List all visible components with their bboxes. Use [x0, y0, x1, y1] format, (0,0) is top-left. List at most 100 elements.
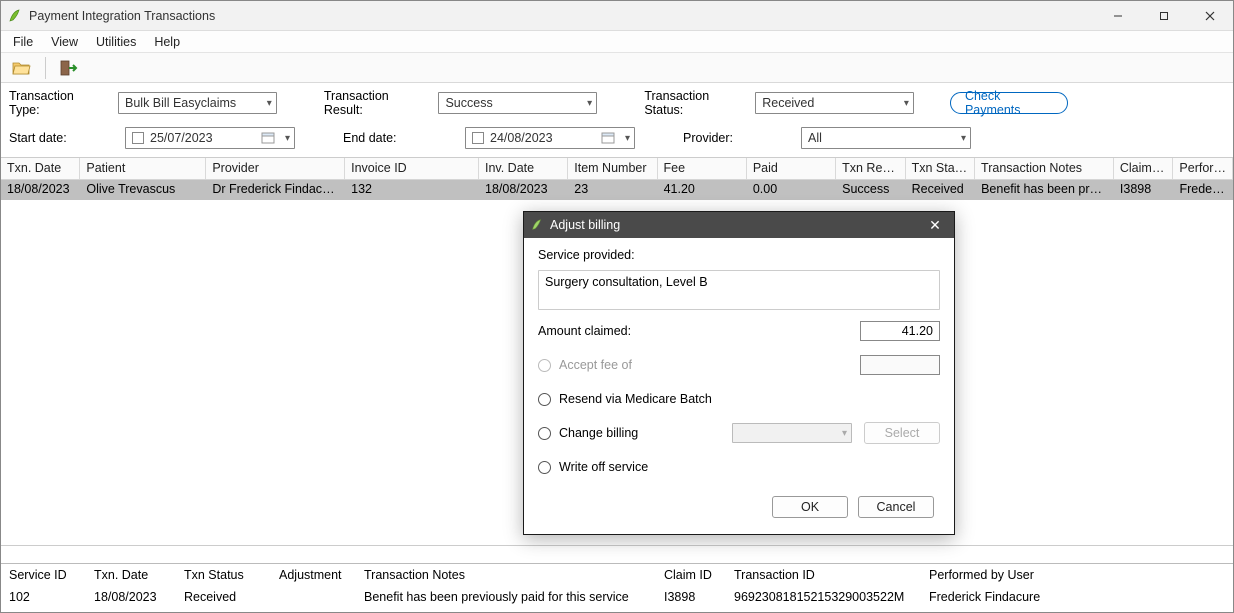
col-fee[interactable]: Fee	[658, 158, 747, 179]
transaction-result-combo[interactable]: Success ▾	[438, 92, 597, 114]
close-button[interactable]	[1187, 1, 1233, 30]
cell-item-number: 23	[568, 180, 657, 200]
dcol-txn-date: Txn. Date	[94, 568, 184, 588]
col-inv-date[interactable]: Inv. Date	[479, 158, 568, 179]
dialog-app-icon	[530, 218, 544, 232]
menu-view[interactable]: View	[43, 33, 86, 51]
dcell-claim-id: I3898	[664, 590, 734, 604]
dialog-close-button[interactable]: ✕	[922, 217, 948, 234]
calendar-icon	[601, 131, 615, 145]
cancel-button[interactable]: Cancel	[858, 496, 934, 518]
ok-button[interactable]: OK	[772, 496, 848, 518]
open-folder-button[interactable]	[9, 55, 35, 81]
toolbar	[1, 53, 1233, 83]
provider-combo[interactable]: All ▾	[801, 127, 971, 149]
check-payments-button[interactable]: Check Payments	[950, 92, 1068, 114]
col-txn-notes[interactable]: Transaction Notes	[975, 158, 1114, 179]
dcell-txn-status: Received	[184, 590, 279, 604]
end-date-picker[interactable]: 24/08/2023 ▾	[465, 127, 635, 149]
change-billing-combo: ▾	[732, 423, 852, 443]
cell-paid: 0.00	[747, 180, 836, 200]
separator-bar	[1, 545, 1233, 563]
table-row[interactable]: 18/08/2023 Olive Trevascus Dr Frederick …	[1, 180, 1233, 200]
detail-row[interactable]: 102 18/08/2023 Received Benefit has been…	[9, 588, 1225, 604]
cell-claim-id: I3898	[1114, 180, 1174, 200]
chevron-down-icon: ▾	[267, 98, 272, 109]
chevron-down-icon: ▾	[587, 98, 592, 109]
col-provider[interactable]: Provider	[206, 158, 345, 179]
change-billing-radio[interactable]	[538, 427, 551, 440]
end-date-checkbox[interactable]	[472, 132, 484, 144]
dcell-adjustment	[279, 590, 364, 604]
dcell-service-id: 102	[9, 590, 94, 604]
cell-inv-date: 18/08/2023	[479, 180, 568, 200]
accept-fee-radio	[538, 359, 551, 372]
app-icon	[7, 8, 23, 24]
menu-utilities[interactable]: Utilities	[88, 33, 144, 51]
transaction-result-value: Success	[445, 96, 492, 110]
dcol-adjustment: Adjustment	[279, 568, 364, 588]
cell-patient: Olive Trevascus	[80, 180, 206, 200]
transaction-status-combo[interactable]: Received ▾	[755, 92, 914, 114]
dialog-titlebar[interactable]: Adjust billing ✕	[524, 212, 954, 238]
transaction-status-label: Transaction Status:	[644, 89, 737, 117]
dcell-txn-notes: Benefit has been previously paid for thi…	[364, 590, 664, 604]
start-date-checkbox[interactable]	[132, 132, 144, 144]
col-performed[interactable]: Performed	[1173, 158, 1233, 179]
accept-fee-input	[860, 355, 940, 375]
toolbar-divider	[45, 57, 46, 79]
cell-txn-notes: Benefit has been previousl	[975, 180, 1114, 200]
menu-file[interactable]: File	[5, 33, 41, 51]
col-paid[interactable]: Paid	[747, 158, 836, 179]
grid-header-row: Txn. Date Patient Provider Invoice ID In…	[1, 158, 1233, 180]
service-provided-label: Service provided:	[538, 248, 940, 262]
transaction-type-label: Transaction Type:	[9, 89, 100, 117]
dcell-txn-id: 96923081815215329003522M	[734, 590, 929, 604]
col-item-number[interactable]: Item Number	[568, 158, 657, 179]
chevron-down-icon: ▾	[961, 133, 966, 144]
menu-help[interactable]: Help	[146, 33, 188, 51]
col-claim-id[interactable]: Claim ID	[1114, 158, 1174, 179]
col-patient[interactable]: Patient	[80, 158, 206, 179]
change-billing-label: Change billing	[559, 426, 732, 440]
cell-provider: Dr Frederick Findacure	[206, 180, 345, 200]
dcell-txn-date: 18/08/2023	[94, 590, 184, 604]
col-txn-result[interactable]: Txn Result	[836, 158, 905, 179]
resend-radio[interactable]	[538, 393, 551, 406]
transaction-type-combo[interactable]: Bulk Bill Easyclaims ▾	[118, 92, 277, 114]
transaction-type-value: Bulk Bill Easyclaims	[125, 96, 236, 110]
provider-value: All	[808, 131, 822, 145]
col-txn-date[interactable]: Txn. Date	[1, 158, 80, 179]
end-date-label: End date:	[343, 131, 447, 145]
dialog-title-text: Adjust billing	[550, 218, 620, 232]
writeoff-radio[interactable]	[538, 461, 551, 474]
dcol-txn-id: Transaction ID	[734, 568, 929, 588]
transaction-status-value: Received	[762, 96, 814, 110]
chevron-down-icon: ▾	[904, 98, 909, 109]
amount-claimed-input	[860, 321, 940, 341]
main-window: Payment Integration Transactions File Vi…	[0, 0, 1234, 613]
col-txn-status[interactable]: Txn Status	[906, 158, 975, 179]
start-date-picker[interactable]: 25/07/2023 ▾	[125, 127, 295, 149]
provider-label: Provider:	[683, 131, 783, 145]
filters-panel: Transaction Type: Bulk Bill Easyclaims ▾…	[1, 83, 1233, 157]
window-title: Payment Integration Transactions	[29, 9, 1095, 23]
dcol-claim-id: Claim ID	[664, 568, 734, 588]
start-date-label: Start date:	[9, 131, 107, 145]
accept-fee-label: Accept fee of	[559, 358, 860, 372]
service-provided-value: Surgery consultation, Level B	[545, 275, 708, 289]
cell-txn-date: 18/08/2023	[1, 180, 80, 200]
minimize-button[interactable]	[1095, 1, 1141, 30]
col-invoice-id[interactable]: Invoice ID	[345, 158, 479, 179]
dcell-performed: Frederick Findacure	[929, 590, 1109, 604]
maximize-button[interactable]	[1141, 1, 1187, 30]
cell-txn-status: Received	[906, 180, 975, 200]
titlebar: Payment Integration Transactions	[1, 1, 1233, 31]
writeoff-label: Write off service	[559, 460, 940, 474]
dcol-service-id: Service ID	[9, 568, 94, 588]
menubar: File View Utilities Help	[1, 31, 1233, 53]
cell-performed: Frederick	[1173, 180, 1233, 200]
exit-button[interactable]	[56, 55, 82, 81]
detail-header-row: Service ID Txn. Date Txn Status Adjustme…	[9, 568, 1225, 588]
detail-panel: Service ID Txn. Date Txn Status Adjustme…	[1, 563, 1233, 612]
